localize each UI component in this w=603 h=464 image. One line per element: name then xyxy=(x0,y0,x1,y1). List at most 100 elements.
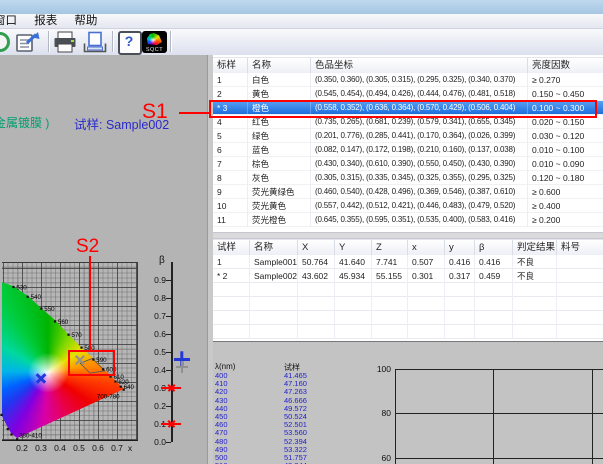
standards-cell: 11 xyxy=(213,213,248,227)
col-header-sample: 试样 xyxy=(213,240,250,256)
samples-row[interactable]: * 2Sample00243.60245.93455.1550.3010.317… xyxy=(213,269,603,283)
samples-cell: 55.155 xyxy=(372,269,408,283)
samples-empty-cell xyxy=(213,325,250,339)
col-header-chromaticity: 色品坐标 xyxy=(311,58,528,74)
col-header-x: x xyxy=(408,240,445,256)
cie-x-tick-label: 0.2 xyxy=(13,443,31,453)
samples-empty-cell xyxy=(557,283,603,297)
standards-row[interactable]: 11荧光橙色(0.645, 0.355), (0.595, 0.351), (0… xyxy=(213,213,603,227)
col-header-part-no: 料号 xyxy=(557,240,603,256)
col-header-y: y xyxy=(445,240,475,256)
locus-dot xyxy=(7,428,9,430)
menu-item-reports[interactable]: 报表 xyxy=(27,14,64,28)
locus-dot xyxy=(67,334,69,336)
standards-row[interactable]: 5绿色(0.201, 0.776), (0.285, 0.441), (0.17… xyxy=(213,129,603,143)
standards-cell: (0.557, 0.442), (0.512, 0.421), (0.446, … xyxy=(311,199,528,213)
samples-empty-cell xyxy=(335,325,372,339)
col-header-name: 名称 xyxy=(248,58,311,74)
standards-row[interactable]: 1白色(0.350, 0.360), (0.305, 0.315), (0.29… xyxy=(213,73,603,87)
samples-cell: 50.764 xyxy=(298,255,335,269)
export-report-icon[interactable] xyxy=(15,31,41,53)
sqct-icon[interactable]: SQCT xyxy=(142,31,167,53)
locus-label: 380-410 xyxy=(19,433,42,440)
samples-empty-cell xyxy=(445,325,475,339)
spectral-panel: λ(nm) 试样 40041.46541047.16042047.2634304… xyxy=(213,341,603,464)
standards-cell: 绿色 xyxy=(248,129,311,143)
standards-cell: (0.460, 0.540), (0.428, 0.496), (0.369, … xyxy=(311,185,528,199)
samples-cell: 不良 xyxy=(513,255,557,269)
menu-item-help[interactable]: 帮助 xyxy=(67,14,104,28)
cie-x-tick-label: 0.3 xyxy=(32,443,50,453)
samples-cell: Sample001 xyxy=(250,255,298,269)
samples-empty-cell xyxy=(335,311,372,325)
standards-cell: ≥ 0.270 xyxy=(528,73,603,87)
col-header-result: 判定结果 xyxy=(513,240,557,256)
samples-empty-cell xyxy=(475,325,513,339)
samples-empty-cell xyxy=(372,311,408,325)
standards-cell: 9 xyxy=(213,185,248,199)
samples-cell xyxy=(557,269,603,283)
help-icon[interactable]: ? xyxy=(116,31,142,53)
print-preview-icon[interactable] xyxy=(82,31,108,53)
locus-label: 540 xyxy=(31,294,42,301)
standards-row[interactable]: 8灰色(0.305, 0.315), (0.335, 0.345), (0.32… xyxy=(213,171,603,185)
samples-cell: 41.640 xyxy=(335,255,372,269)
standards-row[interactable]: 7棕色(0.430, 0.340), (0.610, 0.390), (0.55… xyxy=(213,157,603,171)
samples-empty-row xyxy=(213,297,603,311)
standards-cell: 6 xyxy=(213,143,248,157)
samples-empty-row xyxy=(213,325,603,339)
samples-empty-cell xyxy=(557,311,603,325)
locus-label: 700-780 xyxy=(97,394,120,401)
annotation-s1-rect xyxy=(209,100,597,118)
samples-empty-cell xyxy=(298,283,335,297)
locus-dot xyxy=(0,414,2,416)
print-icon[interactable] xyxy=(52,31,78,53)
locus-dot xyxy=(40,308,42,310)
beta-tick-label: 0.5 xyxy=(140,347,166,357)
standards-row[interactable]: 2黄色(0.545, 0.454), (0.494, 0.426), (0.44… xyxy=(213,87,603,101)
samples-empty-cell xyxy=(250,325,298,339)
beta-tick-mark xyxy=(166,334,171,335)
samples-empty-cell xyxy=(408,311,445,325)
col-header-beta: β xyxy=(475,240,513,256)
samples-empty-cell xyxy=(513,297,557,311)
beta-tick-mark xyxy=(166,442,171,443)
beta-tick-label: 0.9 xyxy=(140,275,166,285)
table-divider xyxy=(213,232,603,239)
standards-cell: ≥ 0.400 xyxy=(528,199,603,213)
standards-cell: ≥ 0.200 xyxy=(528,213,603,227)
standards-cell: ≥ 0.600 xyxy=(528,185,603,199)
standards-row[interactable]: 6蓝色(0.082, 0.147), (0.172, 0.198), (0.21… xyxy=(213,143,603,157)
standards-row[interactable]: 10荧光黄色(0.557, 0.442), (0.512, 0.421), (0… xyxy=(213,199,603,213)
samples-cell: 7.741 xyxy=(372,255,408,269)
beta-tick-label: 0.8 xyxy=(140,293,166,303)
samples-cell: 0.317 xyxy=(445,269,475,283)
samples-empty-cell xyxy=(408,297,445,311)
standards-cell: 棕色 xyxy=(248,157,311,171)
beta-tick-mark xyxy=(166,280,171,281)
cie-x-axis-label: x xyxy=(121,443,139,453)
standards-cell: (0.082, 0.147), (0.172, 0.198), (0.210, … xyxy=(311,143,528,157)
locus-dot xyxy=(80,347,82,349)
standards-cell: 荧光黄绿色 xyxy=(248,185,311,199)
locus-label: 560 xyxy=(58,319,69,326)
samples-empty-row xyxy=(213,311,603,325)
chart-gridline xyxy=(396,413,603,414)
measure-icon[interactable] xyxy=(0,32,10,52)
chart-gridline xyxy=(493,369,494,464)
samples-empty-cell xyxy=(557,325,603,339)
help-glyph: ? xyxy=(116,31,142,52)
samples-cell: 0.507 xyxy=(408,255,445,269)
toolbar: ? SQCT xyxy=(0,29,603,56)
samples-row[interactable]: 1Sample00150.76441.6407.7410.5070.4160.4… xyxy=(213,255,603,269)
cie-x-tick-label: 0.6 xyxy=(89,443,107,453)
samples-cell: * 2 xyxy=(213,269,250,283)
chart-y-tick-label: 100 xyxy=(363,364,391,374)
locus-label: 550 xyxy=(44,306,55,313)
standards-cell: (0.545, 0.454), (0.494, 0.426), (0.444, … xyxy=(311,87,528,101)
samples-cell: 0.416 xyxy=(475,255,513,269)
standards-cell: 0.010 ~ 0.100 xyxy=(528,143,603,157)
samples-cell: 0.416 xyxy=(445,255,475,269)
standards-row[interactable]: 9荧光黄绿色(0.460, 0.540), (0.428, 0.496), (0… xyxy=(213,185,603,199)
menu-item-window[interactable]: 窗口 xyxy=(0,14,24,28)
